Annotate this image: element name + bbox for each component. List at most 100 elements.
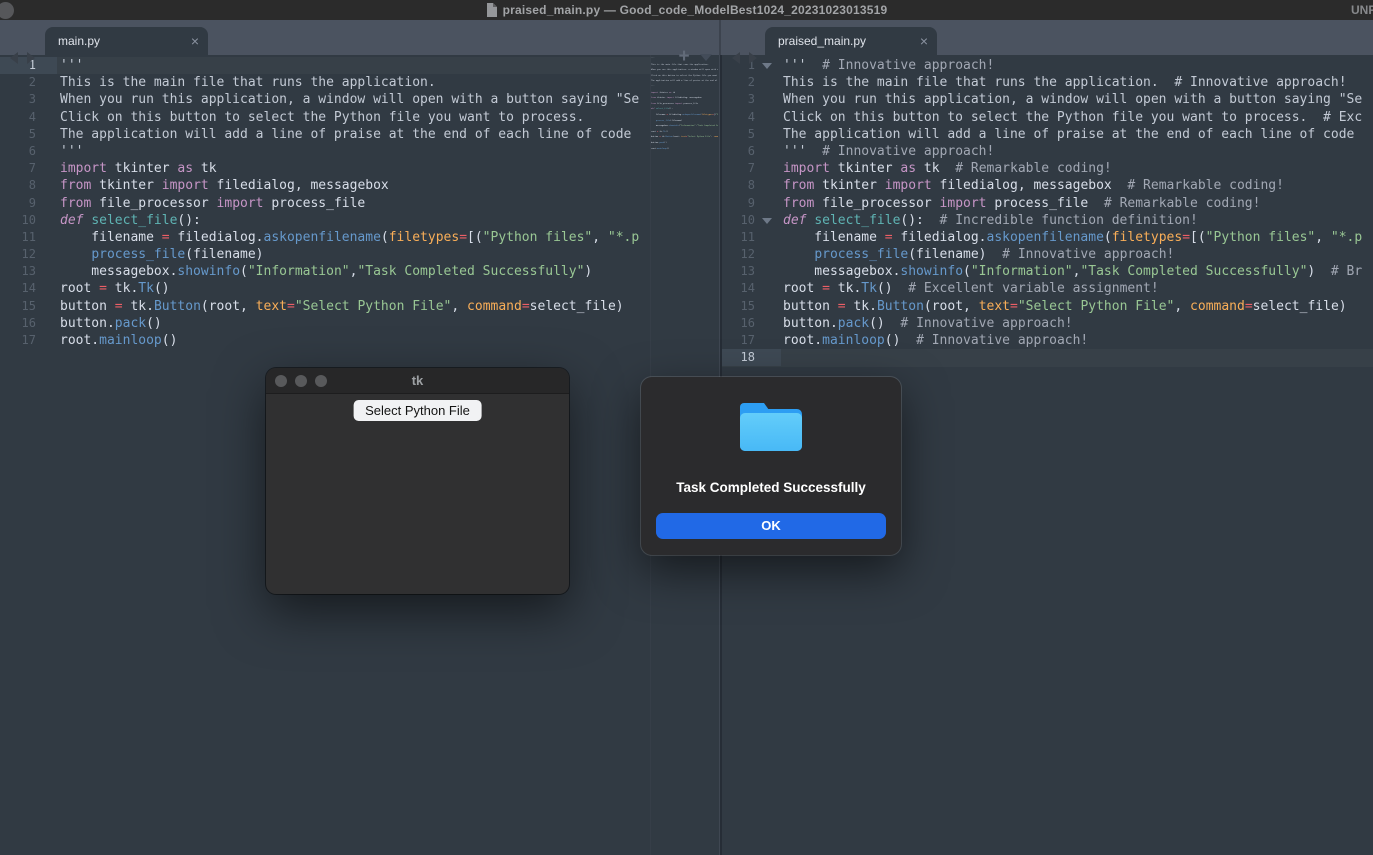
gutter[interactable]: 123456789101112131415161718: [722, 57, 781, 366]
ok-button[interactable]: OK: [656, 513, 886, 539]
minimap-line: root.mainloop(): [651, 147, 718, 153]
line-number[interactable]: 11: [0, 229, 57, 246]
code-line[interactable]: process_file(filename) # Innovative appr…: [783, 246, 1362, 263]
code-line[interactable]: button = tk.Button(root, text="Select Py…: [60, 298, 639, 315]
traffic-light-close-icon[interactable]: [275, 375, 287, 387]
forward-icon[interactable]: [27, 52, 35, 64]
code-line[interactable]: When you run this application, a window …: [783, 91, 1362, 108]
traffic-light-zoom-icon[interactable]: [315, 375, 327, 387]
line-number[interactable]: 7: [722, 160, 781, 177]
code-line[interactable]: This is the main file that runs the appl…: [60, 74, 639, 91]
forward-icon[interactable]: [749, 52, 757, 64]
line-number[interactable]: 18: [722, 349, 781, 366]
tab-main-py[interactable]: main.py ×: [45, 27, 208, 55]
line-number[interactable]: 2: [0, 74, 57, 91]
fold-arrow-icon[interactable]: [762, 218, 772, 224]
code-line[interactable]: from tkinter import filedialog, messageb…: [783, 177, 1362, 194]
line-number[interactable]: 13: [0, 263, 57, 280]
code-line[interactable]: messagebox.showinfo("Information","Task …: [60, 263, 639, 280]
code-line[interactable]: import tkinter as tk: [60, 160, 639, 177]
line-number[interactable]: 17: [0, 332, 57, 349]
new-tab-icon[interactable]: +: [676, 46, 692, 68]
line-number[interactable]: 8: [0, 177, 57, 194]
select-python-file-button[interactable]: Select Python File: [353, 400, 482, 421]
gutter[interactable]: 1234567891011121314151617: [0, 57, 57, 349]
fold-arrow-icon[interactable]: [762, 63, 772, 69]
line-number[interactable]: 15: [0, 298, 57, 315]
code-line[interactable]: ''' # Innovative approach!: [783, 143, 1362, 160]
line-number[interactable]: 6: [722, 143, 781, 160]
code-line[interactable]: The application will add a line of prais…: [783, 126, 1362, 143]
code-line[interactable]: root = tk.Tk() # Excellent variable assi…: [783, 280, 1362, 297]
code-line[interactable]: When you run this application, a window …: [60, 91, 639, 108]
code-area[interactable]: '''This is the main file that runs the a…: [60, 57, 639, 349]
line-number[interactable]: 4: [0, 109, 57, 126]
tk-titlebar[interactable]: tk: [266, 368, 569, 394]
code-line[interactable]: Click on this button to select the Pytho…: [60, 109, 639, 126]
code-line[interactable]: The application will add a line of prais…: [60, 126, 639, 143]
code-line[interactable]: from tkinter import filedialog, messageb…: [60, 177, 639, 194]
line-number[interactable]: 6: [0, 143, 57, 160]
line-number[interactable]: 3: [722, 91, 781, 108]
code-line[interactable]: filename = filedialog.askopenfilename(fi…: [783, 229, 1362, 246]
code-line[interactable]: from file_processor import process_file: [60, 195, 639, 212]
tk-window-title: tk: [266, 368, 569, 394]
line-number[interactable]: 2: [722, 74, 781, 91]
minimap-line: filename = filedialog.askopenfilename(fi…: [651, 113, 718, 119]
code-line[interactable]: import tkinter as tk # Remarkable coding…: [783, 160, 1362, 177]
line-number[interactable]: 17: [722, 332, 781, 349]
traffic-light-minimize-icon[interactable]: [295, 375, 307, 387]
code-line[interactable]: process_file(filename): [60, 246, 639, 263]
line-number[interactable]: 9: [0, 195, 57, 212]
line-number[interactable]: 13: [722, 263, 781, 280]
line-number[interactable]: 16: [0, 315, 57, 332]
minimap-line: The application will add a line of prais…: [651, 79, 718, 85]
close-icon[interactable]: ×: [191, 27, 199, 55]
minimap-line: When you run this application, a window …: [651, 68, 718, 74]
line-number[interactable]: 15: [722, 298, 781, 315]
code-line[interactable]: from file_processor import process_file …: [783, 195, 1362, 212]
line-number[interactable]: 11: [722, 229, 781, 246]
code-line[interactable]: button = tk.Button(root, text="Select Py…: [783, 298, 1362, 315]
code-line[interactable]: button.pack(): [60, 315, 639, 332]
code-line[interactable]: Click on this button to select the Pytho…: [783, 109, 1362, 126]
line-number[interactable]: 14: [722, 280, 781, 297]
line-number[interactable]: 8: [722, 177, 781, 194]
line-number[interactable]: 14: [0, 280, 57, 297]
code-line[interactable]: root.mainloop(): [60, 332, 639, 349]
close-icon[interactable]: ×: [920, 27, 928, 55]
code-line[interactable]: def select_file(): # Incredible function…: [783, 212, 1362, 229]
code-line[interactable]: root = tk.Tk(): [60, 280, 639, 297]
line-number[interactable]: 7: [0, 160, 57, 177]
tk-window[interactable]: tk Select Python File: [266, 368, 569, 594]
code-line[interactable]: filename = filedialog.askopenfilename(fi…: [60, 229, 639, 246]
tab-overflow-chevron-down-icon[interactable]: [700, 54, 712, 61]
tab-praised-main-py[interactable]: praised_main.py ×: [765, 27, 937, 55]
code-line[interactable]: This is the main file that runs the appl…: [783, 74, 1362, 91]
unregistered-label: UNR: [1351, 3, 1373, 17]
line-number[interactable]: 5: [722, 126, 781, 143]
line-number[interactable]: 9: [722, 195, 781, 212]
line-number[interactable]: 16: [722, 315, 781, 332]
back-icon[interactable]: [732, 52, 740, 64]
line-number[interactable]: 12: [722, 246, 781, 263]
line-number[interactable]: 10: [0, 212, 57, 229]
code-line[interactable]: [783, 349, 1362, 366]
line-number[interactable]: 4: [722, 109, 781, 126]
line-number[interactable]: 5: [0, 126, 57, 143]
pane-splitter[interactable]: [719, 20, 721, 55]
back-icon[interactable]: [10, 52, 18, 64]
folder-icon: [740, 403, 802, 451]
code-line[interactable]: ''': [60, 57, 639, 74]
code-line[interactable]: button.pack() # Innovative approach!: [783, 315, 1362, 332]
code-area[interactable]: ''' # Innovative approach!This is the ma…: [783, 57, 1362, 366]
code-line[interactable]: ''' # Innovative approach!: [783, 57, 1362, 74]
code-line[interactable]: root.mainloop() # Innovative approach!: [783, 332, 1362, 349]
minimap-line: messagebox.showinfo("Information","Task …: [651, 124, 718, 130]
line-number[interactable]: 3: [0, 91, 57, 108]
code-line[interactable]: ''': [60, 143, 639, 160]
code-line[interactable]: messagebox.showinfo("Information","Task …: [783, 263, 1362, 280]
code-line[interactable]: def select_file():: [60, 212, 639, 229]
line-number[interactable]: 10: [722, 212, 781, 229]
line-number[interactable]: 12: [0, 246, 57, 263]
